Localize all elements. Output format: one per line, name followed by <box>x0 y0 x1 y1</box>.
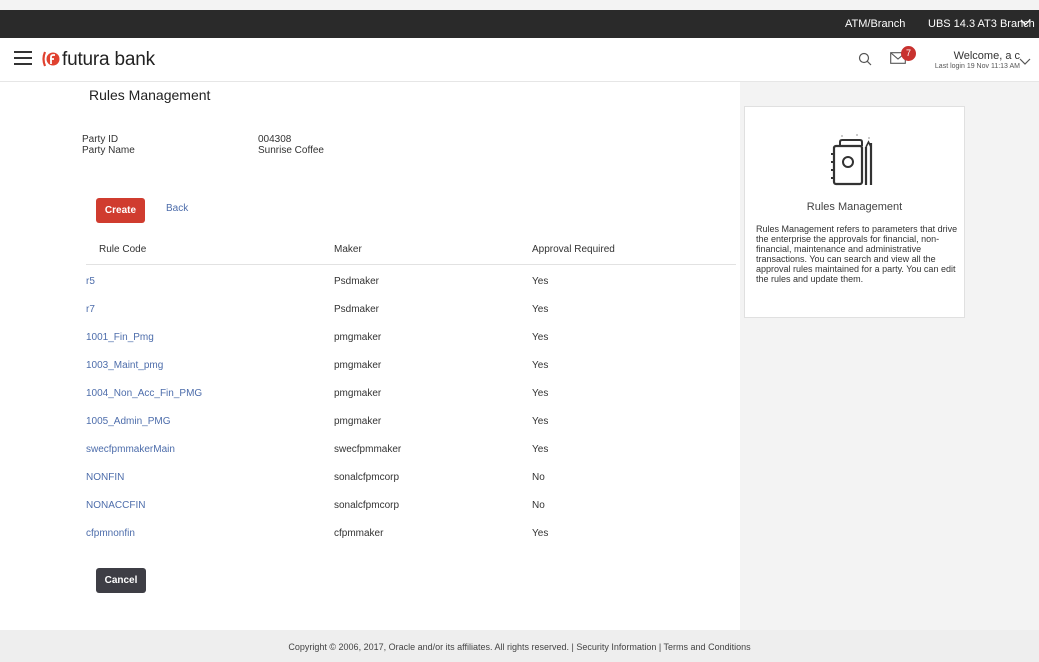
table-row: 1001_Fin_Pmg pmgmaker Yes <box>86 332 736 360</box>
maker-cell: pmgmaker <box>334 416 382 427</box>
rule-code-link[interactable]: 1003_Maint_pmg <box>86 360 163 371</box>
table-row: 1004_Non_Acc_Fin_PMG pmgmaker Yes <box>86 388 736 416</box>
maker-cell: pmgmaker <box>334 332 382 343</box>
rule-code-link[interactable]: swecfpmmakerMain <box>86 444 175 455</box>
table-header-divider <box>86 264 736 265</box>
approval-cell: Yes <box>532 416 549 427</box>
column-header-maker: Maker <box>334 244 362 255</box>
table-row: 1005_Admin_PMG pmgmaker Yes <box>86 416 736 444</box>
table-row: NONFIN sonalcfpmcorp No <box>86 472 736 500</box>
cancel-button[interactable]: Cancel <box>96 568 146 593</box>
futura-logo-icon <box>42 51 60 67</box>
back-link[interactable]: Back <box>166 203 188 214</box>
rule-code-link[interactable]: 1001_Fin_Pmg <box>86 332 154 343</box>
maker-cell: pmgmaker <box>334 388 382 399</box>
chevron-down-icon[interactable] <box>1020 17 1031 27</box>
header: futura bank 7 Welcome, a c Last login 19… <box>0 38 1039 82</box>
menu-icon[interactable] <box>14 51 32 67</box>
main-panel: Rules Management Party ID 004308 Party N… <box>0 82 740 630</box>
brand-name[interactable]: futura bank <box>62 49 155 71</box>
party-name-label: Party Name <box>82 145 135 156</box>
maker-cell: sonalcfpmcorp <box>334 472 400 483</box>
rule-code-link[interactable]: 1004_Non_Acc_Fin_PMG <box>86 388 202 399</box>
maker-cell: pmgmaker <box>334 360 382 371</box>
table-row: r5 Psdmaker Yes <box>86 276 736 304</box>
maker-cell: swecfpmmaker <box>334 444 402 455</box>
page-title: Rules Management <box>89 87 211 103</box>
footer: Copyright © 2006, 2017, Oracle and/or it… <box>0 630 1039 662</box>
approval-cell: Yes <box>532 276 549 287</box>
approval-cell: No <box>532 500 545 511</box>
table-row: r7 Psdmaker Yes <box>86 304 736 332</box>
create-button[interactable]: Create <box>96 198 145 223</box>
welcome-text: Welcome, a c <box>953 50 1020 62</box>
table-row: cfpmnonfin cfpmmaker Yes <box>86 528 736 556</box>
approval-cell: Yes <box>532 388 549 399</box>
last-login-text: Last login 19 Nov 11:13 AM <box>934 63 1020 70</box>
rulebook-icon <box>831 134 873 186</box>
party-id-label: Party ID <box>82 134 119 145</box>
footer-copyright: Copyright © 2006, 2017, Oracle and/or it… <box>288 642 751 652</box>
search-icon[interactable] <box>858 52 872 66</box>
approval-cell: No <box>532 472 545 483</box>
column-header-approval-required: Approval Required <box>532 244 615 255</box>
help-title: Rules Management <box>806 201 903 213</box>
maker-cell: Psdmaker <box>334 276 380 287</box>
approval-cell: Yes <box>532 304 549 315</box>
content-area: Rules Management Party ID 004308 Party N… <box>0 82 1039 630</box>
user-menu[interactable]: Welcome, a c Last login 19 Nov 11:13 AM <box>928 50 1020 70</box>
rule-code-link[interactable]: r7 <box>86 304 95 315</box>
rule-code-link[interactable]: NONFIN <box>86 472 124 483</box>
atm-branch-link[interactable]: ATM/Branch <box>845 18 905 30</box>
approval-cell: Yes <box>532 332 549 343</box>
help-description: Rules Management refers to parameters th… <box>756 224 958 284</box>
party-id-value: 004308 <box>258 134 292 145</box>
approval-cell: Yes <box>532 528 549 539</box>
rule-code-link[interactable]: 1005_Admin_PMG <box>86 416 171 427</box>
app-window: ATM/Branch UBS 14.3 AT3 Branch futura ba… <box>0 0 1039 662</box>
approval-cell: Yes <box>532 444 549 455</box>
rule-code-link[interactable]: r5 <box>86 276 95 287</box>
top-bar: ATM/Branch UBS 14.3 AT3 Branch <box>0 10 1039 38</box>
mail-count-badge: 7 <box>901 46 916 61</box>
help-panel: Rules Management Rules Management refers… <box>744 106 965 318</box>
party-name-value: Sunrise Coffee <box>258 145 324 156</box>
rule-code-link[interactable]: NONACCFIN <box>86 500 145 511</box>
table-row: 1003_Maint_pmg pmgmaker Yes <box>86 360 736 388</box>
branch-selector[interactable]: UBS 14.3 AT3 Branch <box>928 18 1035 30</box>
maker-cell: Psdmaker <box>334 304 380 315</box>
table-row: swecfpmmakerMain swecfpmmaker Yes <box>86 444 736 472</box>
maker-cell: sonalcfpmcorp <box>334 500 400 511</box>
column-header-rule-code: Rule Code <box>99 244 147 255</box>
maker-cell: cfpmmaker <box>334 528 384 539</box>
table-row: NONACCFIN sonalcfpmcorp No <box>86 500 736 528</box>
chevron-down-icon[interactable] <box>1019 56 1031 66</box>
rule-code-link[interactable]: cfpmnonfin <box>86 528 135 539</box>
approval-cell: Yes <box>532 360 549 371</box>
